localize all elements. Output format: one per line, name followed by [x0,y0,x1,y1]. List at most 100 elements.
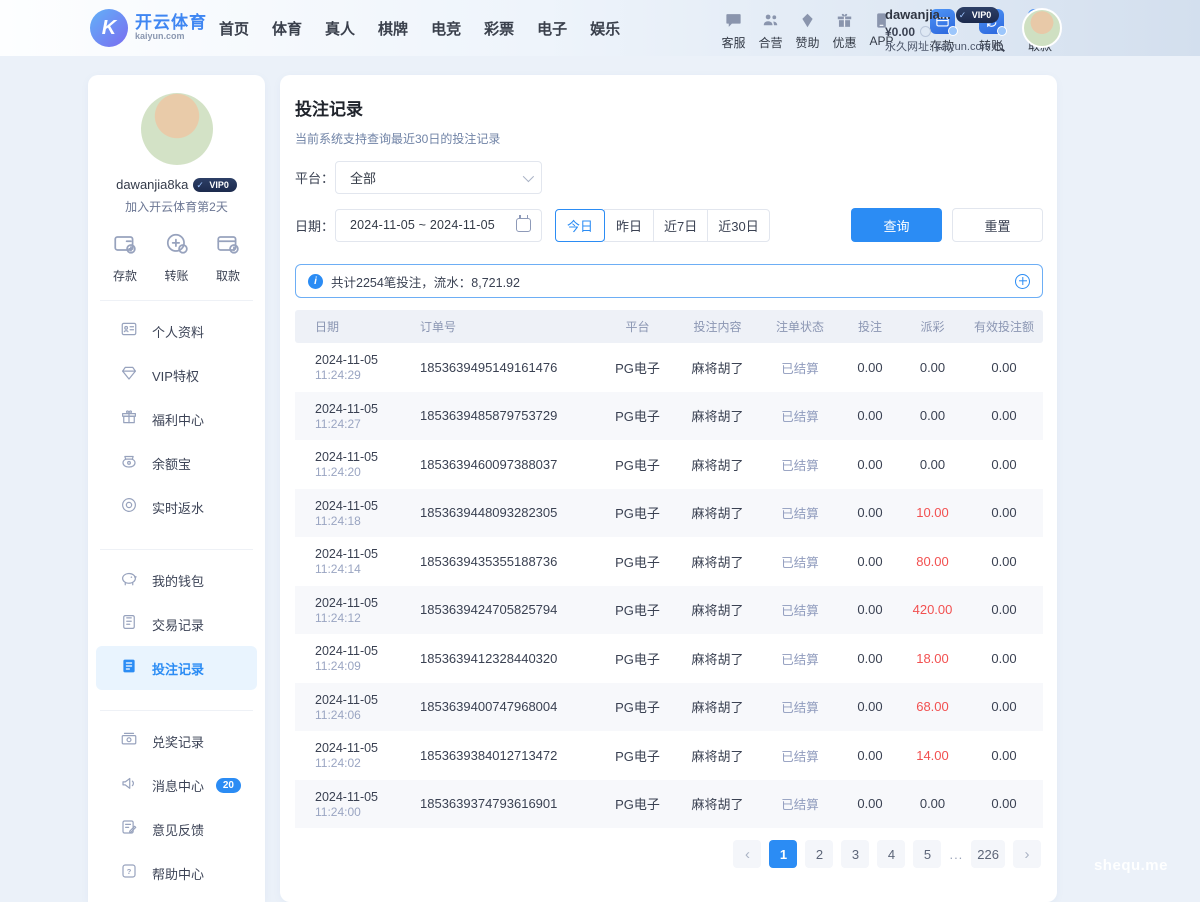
menu-group-misc: 兑奖记录 消息中心 20 意见反馈 ? 帮助中心 [88,715,265,899]
sidebar-item-vip[interactable]: VIP特权 [96,353,257,397]
sidebar-item-betting-records[interactable]: 投注记录 [96,646,257,690]
query-button[interactable]: 查询 [851,208,942,242]
people-icon [761,11,780,31]
partnership-link[interactable]: 合营 [752,11,789,51]
range-yesterday-button[interactable]: 昨日 [604,209,654,242]
reset-button[interactable]: 重置 [952,208,1043,242]
refresh-balance-icon[interactable] [920,26,931,37]
sidebar-item-feedback[interactable]: 意见反馈 [96,807,257,851]
id-card-icon [120,320,138,343]
table-header-row: 日期 订单号 平台 投注内容 注单状态 投注 派彩 有效投注额 [295,310,1043,343]
page-title: 投注记录 [295,95,1043,120]
nav-lottery[interactable]: 彩票 [484,18,514,39]
sidebar-item-rebate[interactable]: 实时返水 [96,485,257,529]
platform-select[interactable]: 全部 [335,161,542,194]
table-row: 2024-11-0511:24:06 1853639400747968004 P… [295,683,1043,732]
banknote-icon [120,730,138,753]
platform-selected-value: 全部 [350,168,376,187]
nav-sports[interactable]: 体育 [272,18,302,39]
transfer-icon [164,231,190,262]
help-question-icon: ? [120,862,138,885]
user-info[interactable]: dawanjia... ✓VIP0 ¥0.00 永久网址: kaiyun.com [885,6,1020,55]
sidebar-item-transactions[interactable]: 交易记录 [96,602,257,646]
calendar-icon [516,218,531,232]
status-badge: 已结算 [760,503,840,522]
avatar[interactable] [1022,8,1062,48]
summary-text: 共计2254笔投注，流水：8,721.92 [331,272,520,291]
page-button-last[interactable]: 226 [971,840,1005,868]
sidebar-item-wallet[interactable]: 我的钱包 [96,558,257,602]
deposit-action[interactable]: 存款 [112,231,138,284]
balance-value: ¥0.00 [885,24,915,40]
table-row: 2024-11-0511:24:14 1853639435355188736 P… [295,537,1043,586]
permanent-url: 永久网址: kaiyun.com [885,40,991,55]
quick-actions: 存款 转账 取款 [88,231,265,284]
summary-bar: i 共计2254笔投注，流水：8,721.92 [295,264,1043,298]
promo-link[interactable]: 优惠 [826,11,863,51]
search-icon[interactable] [994,42,1004,52]
page-button-1[interactable]: 1 [769,840,797,868]
sidebar-item-messages[interactable]: 消息中心 20 [96,763,257,807]
nav-slots[interactable]: 电子 [537,18,567,39]
table-row: 2024-11-0511:24:00 1853639374793616901 P… [295,780,1043,829]
sidebar-item-benefits[interactable]: 福利中心 [96,397,257,441]
col-header-content: 投注内容 [675,318,760,335]
nav-esports[interactable]: 电竞 [431,18,461,39]
range-7days-button[interactable]: 近7日 [653,209,708,242]
sidebar-item-help[interactable]: ? 帮助中心 [96,851,257,895]
withdraw-action[interactable]: 取款 [215,231,241,284]
nav-home[interactable]: 首页 [219,18,249,39]
brand-logo[interactable]: K 开云体育 kaiyun.com [90,9,207,47]
sponsor-link[interactable]: 赞助 [789,11,826,51]
gem-icon [120,364,138,387]
page-button-2[interactable]: 2 [805,840,833,868]
page-subtitle: 当前系统支持查询最近30日的投注记录 [295,130,1043,147]
sidebar: dawanjia8ka ✓VIP0 加入开云体育第2天 存款 转账 取款 [88,75,265,902]
topbar: K 开云体育 kaiyun.com 首页 体育 真人 棋牌 电竞 彩票 电子 娱… [0,0,1200,56]
sidebar-item-prize-records[interactable]: 兑奖记录 [96,719,257,763]
expand-plus-icon[interactable] [1015,274,1030,289]
customer-service-link[interactable]: 客服 [715,11,752,51]
feedback-edit-icon [120,818,138,841]
date-range-value: 2024-11-05 ~ 2024-11-05 [350,218,495,232]
page-button-5[interactable]: 5 [913,840,941,868]
col-header-status: 注单状态 [760,318,840,335]
target-icon [120,496,138,519]
table-row: 2024-11-0511:24:29 1853639495149161476 P… [295,343,1043,392]
status-badge: 已结算 [760,794,840,813]
watermark: shequ.me [1094,857,1168,874]
page-button-4[interactable]: 4 [877,840,905,868]
table-row: 2024-11-0511:24:09 1853639412328440320 P… [295,634,1043,683]
divider [100,549,253,550]
page-button-3[interactable]: 3 [841,840,869,868]
col-header-order: 订单号 [400,318,600,335]
date-range-input[interactable]: 2024-11-05 ~ 2024-11-05 [335,209,542,242]
nav-live[interactable]: 真人 [325,18,355,39]
nav-chess[interactable]: 棋牌 [378,18,408,39]
profile-card: dawanjia8ka ✓VIP0 加入开云体育第2天 存款 转账 取款 [88,93,265,284]
sidebar-item-yuebao[interactable]: 余额宝 [96,441,257,485]
brand-name: 开云体育 [135,14,207,32]
range-30days-button[interactable]: 近30日 [707,209,769,242]
vip-wing-icon: ✓ [196,180,204,191]
chat-icon [724,11,743,31]
more-pages-ellipsis[interactable]: ... [949,847,963,862]
username: dawanjia8ka [116,177,188,192]
status-badge: 已结算 [760,600,840,619]
status-badge: 已结算 [760,358,840,377]
range-today-button[interactable]: 今日 [555,209,605,242]
sidebar-item-profile[interactable]: 个人资料 [96,309,257,353]
table-row: 2024-11-0511:24:02 1853639384012713472 P… [295,731,1043,780]
piggy-bank-icon [120,569,138,592]
nav-entertainment[interactable]: 娱乐 [590,18,620,39]
megaphone-icon [120,774,138,797]
logo-k-icon: K [90,9,128,47]
deposit-card-icon [112,231,138,262]
transfer-action[interactable]: 转账 [164,231,190,284]
prev-page-button[interactable]: ‹ [733,840,761,868]
info-icon: i [308,274,323,289]
next-page-button[interactable]: › [1013,840,1041,868]
chevron-down-icon [523,170,534,181]
status-badge: 已结算 [760,455,840,474]
avatar[interactable] [141,93,213,165]
